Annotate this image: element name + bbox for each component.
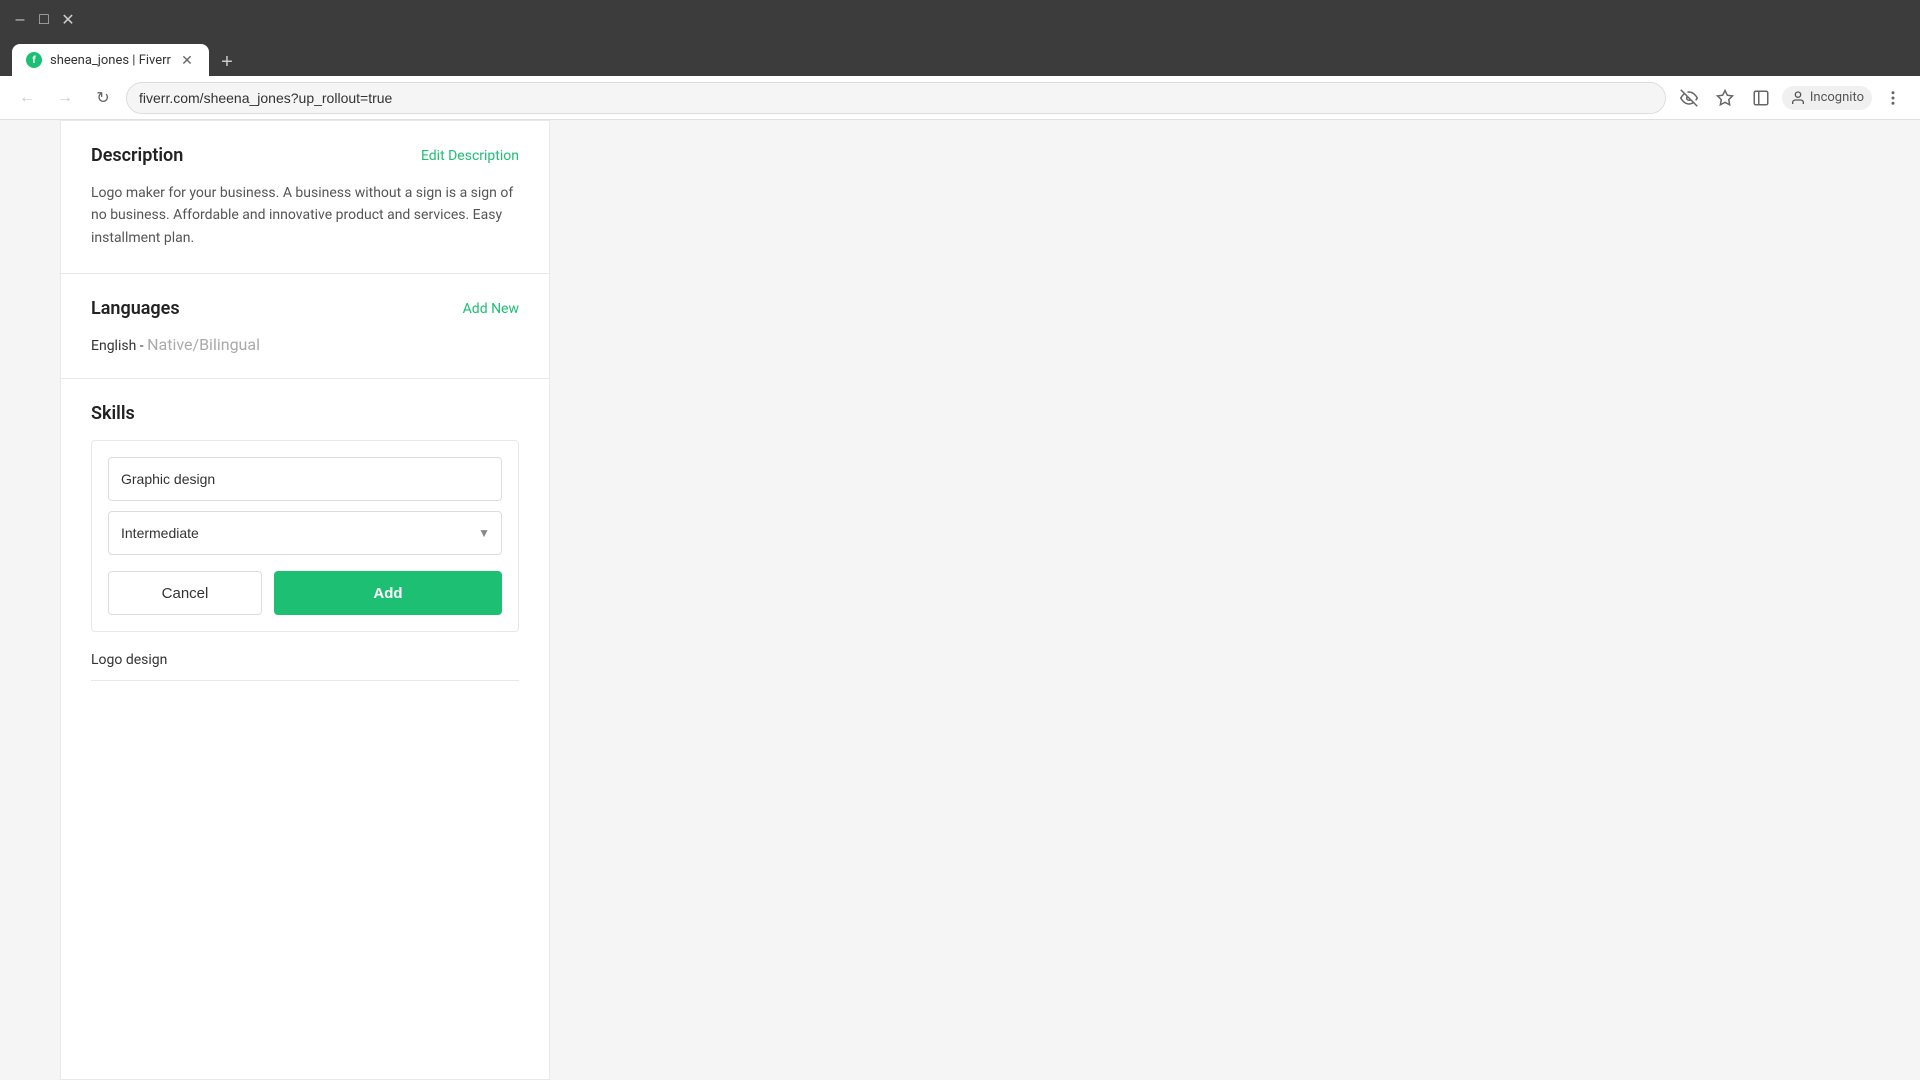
close-button[interactable]: ✕ [60,12,76,28]
languages-title: Languages [91,298,180,319]
skills-title: Skills [91,403,135,424]
back-button[interactable]: ← [12,83,42,113]
tab-close-button[interactable]: ✕ [179,52,195,68]
toolbar-right: Incognito [1674,83,1908,113]
form-buttons: Cancel Add [108,571,502,615]
existing-skills-list: Logo design [91,632,519,689]
skill-name-input[interactable] [108,457,502,501]
skill-level-wrapper: Basic Intermediate Expert ▼ [108,511,502,555]
address-bar[interactable] [126,82,1666,114]
language-name: English - [91,338,147,354]
eye-slash-icon[interactable] [1674,83,1704,113]
incognito-badge: Incognito [1782,86,1872,110]
languages-section: Languages Add New English - Native/Bilin… [61,274,549,379]
edit-description-link[interactable]: Edit Description [421,148,519,164]
reload-button[interactable]: ↻ [88,83,118,113]
description-body: Logo maker for your business. A business… [91,182,519,249]
forward-button[interactable]: → [50,83,80,113]
browser-toolbar: ← → ↻ [0,76,1920,120]
sidebar-icon[interactable] [1746,83,1776,113]
description-header: Description Edit Description [91,145,519,166]
page-content: Description Edit Description Logo maker … [0,120,1920,1080]
browser-titlebar: – □ ✕ [0,0,1920,40]
incognito-label: Incognito [1810,90,1864,105]
star-icon[interactable] [1710,83,1740,113]
description-title: Description [91,145,183,166]
main-panel: Description Edit Description Logo maker … [60,120,550,1080]
menu-icon[interactable] [1878,83,1908,113]
tab-bar: f sheena_jones | Fiverr ✕ + [0,40,1920,76]
new-tab-button[interactable]: + [213,48,241,76]
skills-header: Skills [91,403,519,424]
language-entry: English - Native/Bilingual [91,335,519,354]
skills-section: Skills Basic Intermediate Expert ▼ Cance… [61,379,549,689]
tab-label: sheena_jones | Fiverr [50,53,171,68]
maximize-button[interactable]: □ [36,12,52,28]
languages-header: Languages Add New [91,298,519,319]
add-button[interactable]: Add [274,571,502,615]
cancel-button[interactable]: Cancel [108,571,262,615]
add-language-link[interactable]: Add New [463,301,519,317]
browser-chrome: – □ ✕ f sheena_jones | Fiverr ✕ + ← → ↻ [0,0,1920,120]
skill-item-logo-design: Logo design [91,640,519,680]
skill-level-select[interactable]: Basic Intermediate Expert [108,511,502,555]
language-level: Native/Bilingual [147,335,260,354]
active-tab[interactable]: f sheena_jones | Fiverr ✕ [12,44,209,76]
minimize-button[interactable]: – [12,12,28,28]
description-section: Description Edit Description Logo maker … [61,121,549,274]
tab-favicon: f [26,52,42,68]
skills-form: Basic Intermediate Expert ▼ Cancel Add [91,440,519,632]
window-controls: – □ ✕ [12,12,76,28]
